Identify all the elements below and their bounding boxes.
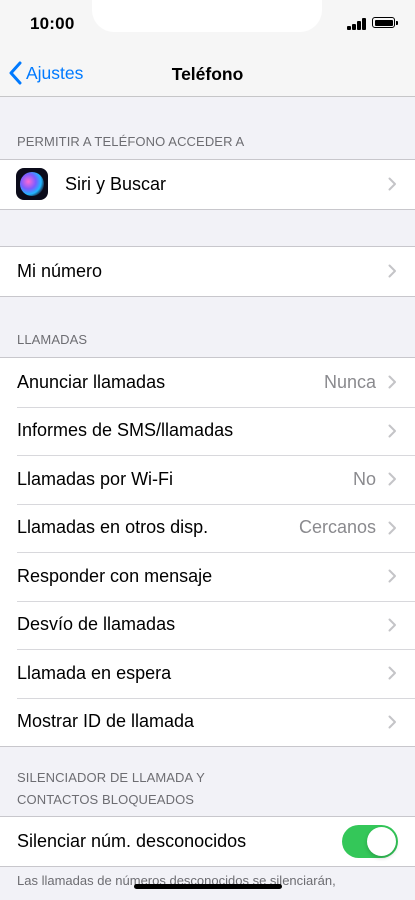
row-label: Siri y Buscar bbox=[65, 173, 167, 194]
row-label: Llamadas en otros disp. bbox=[17, 517, 209, 538]
chevron-right-icon bbox=[388, 424, 396, 437]
page-title: Teléfono bbox=[171, 64, 244, 84]
section-header-silence-line2: CONTACTOS BLOQUEADOS bbox=[17, 792, 195, 807]
chevron-right-icon bbox=[388, 375, 396, 389]
row-label: Mi número bbox=[17, 260, 103, 281]
settings-row-respond-with-text[interactable]: Responder con mensaje bbox=[0, 552, 415, 601]
row-label: Silenciar núm. desconocidos bbox=[17, 830, 247, 851]
siri-icon bbox=[16, 168, 48, 200]
settings-row-sms-call-reports[interactable]: Informes de SMS/llamadas bbox=[0, 406, 415, 456]
row-label: Anunciar llamadas bbox=[17, 371, 166, 392]
row-label: Mostrar ID de llamada bbox=[17, 711, 195, 732]
notch bbox=[92, 0, 322, 32]
row-value: No bbox=[352, 468, 376, 489]
chevron-right-icon bbox=[388, 472, 396, 486]
home-indicator[interactable] bbox=[134, 884, 282, 889]
section-header-access: PERMITIR A TELÉFONO ACCEDER A bbox=[17, 134, 245, 149]
number-group: Mi número bbox=[0, 246, 415, 297]
status-time: 10:00 bbox=[30, 14, 75, 33]
settings-row-silence-unknown: Silenciar núm. desconocidos bbox=[0, 817, 415, 866]
calls-group: Anunciar llamadas Nunca Informes de SMS/… bbox=[0, 357, 415, 747]
row-label: Llamada en espera bbox=[17, 662, 172, 683]
row-value: Nunca bbox=[323, 371, 376, 392]
chevron-right-icon bbox=[388, 715, 396, 728]
settings-row-announce-calls[interactable]: Anunciar llamadas Nunca bbox=[0, 358, 415, 407]
chevron-right-icon bbox=[388, 264, 396, 278]
settings-row-wifi-calling[interactable]: Llamadas por Wi-Fi No bbox=[0, 455, 415, 504]
row-value: Cercanos bbox=[298, 517, 376, 538]
settings-row-call-waiting[interactable]: Llamada en espera bbox=[0, 649, 415, 698]
row-label: Llamadas por Wi-Fi bbox=[17, 468, 174, 489]
chevron-right-icon bbox=[388, 521, 396, 534]
row-label: Responder con mensaje bbox=[17, 565, 213, 586]
row-label: Desvío de llamadas bbox=[17, 614, 176, 635]
cellular-signal-icon bbox=[347, 18, 367, 30]
chevron-right-icon bbox=[388, 569, 396, 583]
chevron-right-icon bbox=[388, 666, 396, 680]
access-group: Siri y Buscar bbox=[0, 159, 415, 210]
section-header-calls: LLAMADAS bbox=[17, 332, 88, 347]
chevron-right-icon bbox=[388, 177, 396, 191]
silence-unknown-toggle[interactable] bbox=[342, 825, 398, 858]
settings-row-show-caller-id[interactable]: Mostrar ID de llamada bbox=[0, 697, 415, 747]
battery-icon bbox=[372, 17, 398, 28]
settings-row-calls-other-devices[interactable]: Llamadas en otros disp. Cercanos bbox=[0, 503, 415, 553]
settings-row-call-forwarding[interactable]: Desvío de llamadas bbox=[0, 600, 415, 650]
section-header-silence-line1: SILENCIADOR DE LLAMADA Y bbox=[17, 770, 205, 785]
navigation-bar: Ajustes Teléfono bbox=[0, 50, 415, 97]
chevron-right-icon bbox=[388, 618, 396, 631]
silence-group: Silenciar núm. desconocidos bbox=[0, 816, 415, 867]
settings-row-my-number[interactable]: Mi número bbox=[0, 247, 415, 296]
row-label: Informes de SMS/llamadas bbox=[17, 420, 234, 441]
settings-row-siri[interactable]: Siri y Buscar bbox=[0, 160, 415, 209]
status-bar: 10:00 bbox=[0, 0, 415, 50]
